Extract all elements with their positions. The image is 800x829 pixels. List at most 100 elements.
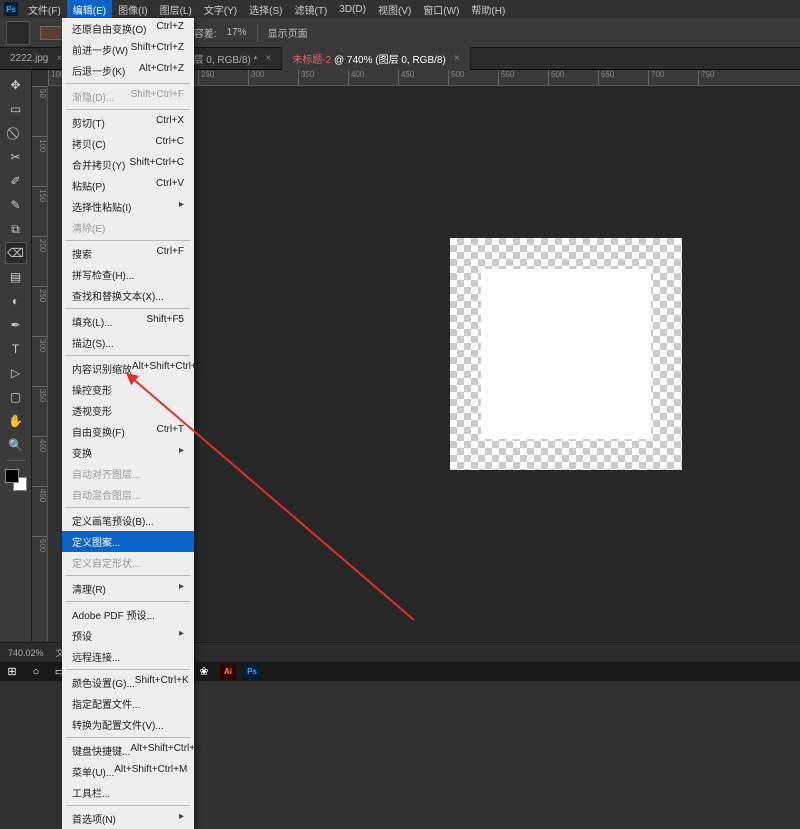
app-logo: Ps (4, 2, 18, 16)
brush-tool[interactable]: ✎ (5, 194, 27, 216)
menu-item[interactable]: 变换▸ (62, 442, 194, 463)
gradient-tool[interactable]: ▤ (5, 266, 27, 288)
eyedropper-tool[interactable]: ✐ (5, 170, 27, 192)
menu-separator (66, 601, 190, 602)
menu-view[interactable]: 视图(V) (372, 0, 417, 19)
document-canvas[interactable] (450, 238, 682, 470)
menu-item-label: 预设 (72, 628, 92, 643)
illustrator-icon[interactable]: Ai (220, 664, 236, 680)
tolerance-value[interactable]: 17% (227, 27, 247, 38)
menu-item[interactable]: 工具栏... (62, 782, 194, 803)
menu-select[interactable]: 选择(S) (243, 0, 288, 19)
photoshop-icon[interactable]: Ps (244, 664, 260, 680)
current-tool-thumb[interactable] (6, 21, 30, 45)
menu-3d[interactable]: 3D(D) (333, 2, 372, 17)
menu-item-shortcut: Shift+Ctrl+K (135, 675, 189, 690)
menu-item[interactable]: 定义画笔预设(B)... (62, 510, 194, 531)
close-icon[interactable]: × (454, 53, 460, 64)
showbg-label[interactable]: 显示页面 (268, 25, 308, 40)
app-icon[interactable]: ❀ (196, 664, 212, 680)
menu-item-label: 菜单(U)... (72, 764, 114, 779)
foreground-color-swatch[interactable] (5, 469, 19, 483)
ruler-tick: 300 (32, 336, 47, 386)
menu-item[interactable]: 粘贴(P)Ctrl+V (62, 175, 194, 196)
menu-item[interactable]: 操控变形 (62, 379, 194, 400)
document-tab[interactable]: 未标题-2 @ 740% (图层 0, RGB/8) × (282, 47, 470, 70)
path-tool[interactable]: ▷ (5, 362, 27, 384)
menu-item[interactable]: 首选项(N)▸ (62, 808, 194, 829)
canvas-content (481, 269, 651, 439)
menu-type[interactable]: 文字(Y) (198, 0, 243, 19)
zoom-value[interactable]: 740.02% (8, 648, 44, 658)
zoom-tool[interactable]: 🔍 (5, 434, 27, 456)
ruler-tick: 200 (32, 236, 47, 286)
crop-tool[interactable]: ✂ (5, 146, 27, 168)
menu-item[interactable]: 合并拷贝(Y) Shift+Ctrl+C (62, 154, 194, 175)
menu-help[interactable]: 帮助(H) (465, 0, 511, 19)
shape-tool[interactable]: ▢ (5, 386, 27, 408)
close-icon[interactable]: × (265, 53, 271, 64)
dodge-tool[interactable]: ◐ (5, 290, 27, 312)
menu-item[interactable]: 前进一步(W)Shift+Ctrl+Z (62, 39, 194, 60)
menu-item[interactable]: 自由变换(F)Ctrl+T (62, 421, 194, 442)
menu-item-label: 拼写检查(H)... (72, 267, 134, 282)
chevron-right-icon: ▸ (179, 445, 184, 460)
menu-item[interactable]: 转换为配置文件(V)... (62, 714, 194, 735)
menu-edit[interactable]: 编辑(E) (67, 0, 112, 19)
menu-item[interactable]: 后退一步(K)Alt+Ctrl+Z (62, 60, 194, 81)
menu-item[interactable]: 拼写检查(H)... (62, 264, 194, 285)
eraser-tool[interactable]: ⌫ (5, 242, 27, 264)
menu-item[interactable]: 选择性粘贴(I) ▸ (62, 196, 194, 217)
menu-item[interactable]: 远程连接... (62, 646, 194, 667)
search-icon[interactable]: ○ (28, 664, 44, 680)
lasso-tool[interactable]: ⃠ (5, 122, 27, 144)
menu-item[interactable]: Adobe PDF 预设... (62, 604, 194, 625)
menu-item[interactable]: 还原自由变换(O)Ctrl+Z (62, 18, 194, 39)
menu-item[interactable]: 拷贝(C)Ctrl+C (62, 133, 194, 154)
pen-tool[interactable]: ✒ (5, 314, 27, 336)
marquee-tool[interactable]: ▭ (5, 98, 27, 120)
menu-file[interactable]: 文件(F) (22, 0, 67, 19)
clone-tool[interactable]: ⧉ (5, 218, 27, 240)
menu-item-label: 自动对齐图层... (72, 466, 140, 481)
menu-item-shortcut: Shift+Ctrl+C (130, 157, 184, 172)
menu-item-label: 描边(S)... (72, 335, 114, 350)
menu-item-shortcut: Ctrl+V (156, 178, 184, 193)
menu-item: 清除(E) (62, 217, 194, 238)
menu-item[interactable]: 菜单(U)...Alt+Shift+Ctrl+M (62, 761, 194, 782)
menu-item[interactable]: 清理(R)▸ (62, 578, 194, 599)
menu-item[interactable]: 查找和替换文本(X)... (62, 285, 194, 306)
ruler-tick: 500 (32, 536, 47, 586)
menu-filter[interactable]: 滤镜(T) (289, 0, 334, 19)
ruler-tick: 550 (498, 70, 548, 85)
menu-item-label: 定义图案... (72, 534, 120, 549)
menu-item-label: 首选项(N) (72, 811, 116, 826)
menu-item[interactable]: 颜色设置(G)...Shift+Ctrl+K (62, 672, 194, 693)
menu-item[interactable]: 键盘快捷键...Alt+Shift+Ctrl+K (62, 740, 194, 761)
menu-item[interactable]: 内容识别缩放Alt+Shift+Ctrl+C (62, 358, 194, 379)
ruler-tick: 50 (32, 86, 47, 136)
menu-item-label: 合并拷贝(Y) (72, 157, 125, 172)
type-tool[interactable]: T (5, 338, 27, 360)
menu-item[interactable]: 填充(L)...Shift+F5 (62, 311, 194, 332)
hand-tool[interactable]: ✋ (5, 410, 27, 432)
menu-layer[interactable]: 图层(L) (154, 0, 198, 19)
menu-item[interactable]: 定义图案... (62, 531, 194, 552)
menu-item[interactable]: 预设▸ (62, 625, 194, 646)
start-button[interactable]: ⊞ (4, 664, 20, 680)
menu-item[interactable]: 透视变形 (62, 400, 194, 421)
move-tool[interactable]: ✥ (5, 74, 27, 96)
ruler-tick: 400 (32, 436, 47, 486)
menu-separator (66, 575, 190, 576)
menu-item[interactable]: 搜索Ctrl+F (62, 243, 194, 264)
menu-item-label: 选择性粘贴(I) (72, 199, 131, 214)
menu-image[interactable]: 图像(I) (112, 0, 153, 19)
menu-item[interactable]: 剪切(T)Ctrl+X (62, 112, 194, 133)
color-swatches[interactable] (5, 469, 27, 491)
menu-item[interactable]: 描边(S)... (62, 332, 194, 353)
chevron-right-icon: ▸ (179, 199, 184, 214)
menu-item-label: 操控变形 (72, 382, 112, 397)
menu-item[interactable]: 指定配置文件... (62, 693, 194, 714)
menu-item: 定义自定形状... (62, 552, 194, 573)
menu-window[interactable]: 窗口(W) (417, 0, 465, 19)
